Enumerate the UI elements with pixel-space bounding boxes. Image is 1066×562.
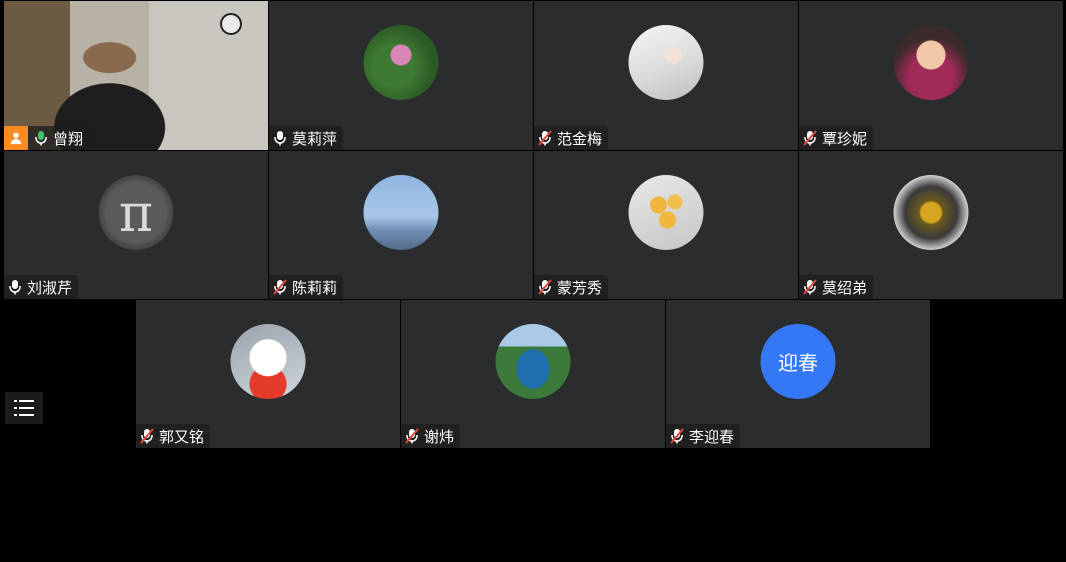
participant-name: 覃珍妮	[822, 129, 868, 148]
participant-name: 谢炜	[424, 427, 455, 446]
nameplate: 陈莉莉	[269, 275, 344, 299]
nameplate: 蒙芳秀	[534, 275, 609, 299]
participant-tile[interactable]: 郭又铭	[136, 300, 400, 448]
avatar	[628, 175, 704, 250]
participant-name: 莫绍弟	[822, 278, 868, 297]
avatar	[363, 175, 439, 250]
participant-tile[interactable]: 谢炜	[401, 300, 665, 448]
participant-tile[interactable]: 曾翔	[4, 1, 268, 150]
participant-name: 刘淑芹	[27, 278, 73, 297]
participant-name: 李迎春	[689, 427, 735, 446]
participant-tile[interactable]: 迎春 李迎春	[666, 300, 930, 448]
nameplate: 曾翔	[4, 126, 90, 150]
participant-name: 陈莉莉	[292, 278, 338, 297]
participant-name: 莫莉萍	[292, 129, 338, 148]
avatar	[495, 324, 571, 399]
participant-tile[interactable]: 莫绍弟	[799, 151, 1063, 299]
nameplate: 郭又铭	[136, 424, 211, 448]
mic-muted-icon	[803, 130, 817, 146]
participant-tile[interactable]: 范金梅	[534, 1, 798, 150]
participant-name: 郭又铭	[159, 427, 205, 446]
participant-tile[interactable]: π 刘淑芹	[4, 151, 268, 299]
mic-muted-icon	[405, 428, 419, 444]
avatar: 迎春	[760, 324, 836, 399]
participant-name: 蒙芳秀	[557, 278, 603, 297]
mic-muted-icon	[670, 428, 684, 444]
mic-muted-icon	[538, 279, 552, 295]
avatar: π	[98, 175, 174, 250]
participant-tile[interactable]: 覃珍妮	[799, 1, 1063, 150]
participant-tile[interactable]: 莫莉萍	[269, 1, 533, 150]
host-icon	[4, 126, 28, 150]
mic-on-icon	[8, 279, 22, 295]
participant-tile[interactable]: 蒙芳秀	[534, 151, 798, 299]
nameplate: 莫绍弟	[799, 275, 874, 299]
participant-list-button[interactable]	[5, 392, 43, 424]
nameplate: 李迎春	[666, 424, 741, 448]
list-menu-icon	[14, 400, 34, 416]
avatar	[893, 25, 969, 100]
avatar	[230, 324, 306, 399]
participant-name: 范金梅	[557, 129, 603, 148]
wall-clock	[220, 13, 242, 35]
participant-tile[interactable]: 陈莉莉	[269, 151, 533, 299]
mic-muted-icon	[803, 279, 817, 295]
avatar	[893, 175, 969, 250]
nameplate: 范金梅	[534, 126, 609, 150]
mic-muted-icon	[273, 279, 287, 295]
mic-on-icon	[34, 130, 48, 146]
nameplate: 覃珍妮	[799, 126, 874, 150]
mic-muted-icon	[140, 428, 154, 444]
participant-name: 曾翔	[53, 129, 84, 148]
nameplate: 莫莉萍	[269, 126, 344, 150]
nameplate: 刘淑芹	[4, 275, 79, 299]
mic-on-icon	[273, 130, 287, 146]
avatar	[628, 25, 704, 100]
nameplate: 谢炜	[401, 424, 461, 448]
mic-muted-icon	[538, 130, 552, 146]
avatar	[363, 25, 439, 100]
svg-text:π: π	[119, 184, 153, 244]
